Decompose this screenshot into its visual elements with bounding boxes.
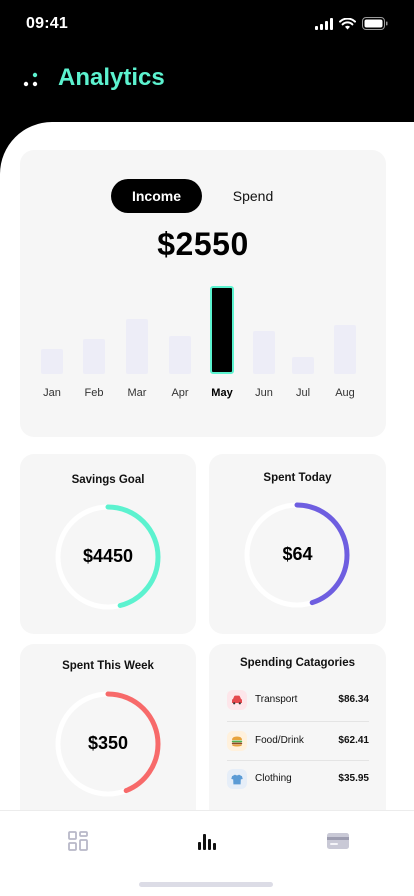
shirt-icon — [227, 769, 247, 789]
bar-jul[interactable] — [292, 357, 314, 374]
dashboard-icon[interactable] — [66, 829, 90, 853]
menu-icon[interactable] — [22, 70, 42, 90]
category-name: Transport — [255, 694, 298, 705]
page-title: Analytics — [58, 64, 165, 91]
signal-icon — [315, 17, 333, 30]
spending-categories-card: Spending Catagories Transport $86.34 Foo… — [209, 644, 386, 824]
bar-feb[interactable] — [83, 339, 105, 374]
status-icons — [315, 17, 388, 30]
category-divider — [227, 721, 369, 722]
wallet-icon[interactable] — [326, 829, 350, 853]
bottom-tab-bar — [0, 810, 414, 896]
category-amount: $35.95 — [338, 773, 369, 784]
category-row-transport[interactable]: Transport $86.34 — [227, 690, 369, 714]
month-label: Aug — [335, 387, 355, 399]
spent-this-week-title: Spent This Week — [62, 660, 154, 672]
spent-today-card[interactable]: Spent Today $64 — [209, 454, 386, 634]
month-label: Jun — [255, 387, 273, 399]
month-label: Mar — [127, 387, 147, 399]
month-label: Apr — [171, 387, 189, 399]
income-chart-card: Income Spend $2550 Jan Feb Mar Apr May Jun Jul… — [20, 150, 386, 437]
monthly-bar-chart: Jan Feb Mar Apr May Jun Jul Aug — [20, 150, 386, 437]
analytics-icon[interactable] — [195, 829, 219, 853]
month-label: Jul — [295, 387, 311, 399]
bar-jun[interactable] — [253, 331, 275, 374]
status-bar: 09:41 — [0, 0, 414, 50]
bar-aug[interactable] — [334, 325, 356, 374]
burger-icon — [227, 731, 247, 751]
bar-mar[interactable] — [126, 319, 148, 374]
category-row-food-drink[interactable]: Food/Drink $62.41 — [227, 731, 369, 755]
month-label: Jan — [43, 387, 61, 399]
header: Analytics — [0, 60, 414, 100]
spent-today-value: $64 — [282, 544, 313, 564]
category-row-clothing[interactable]: Clothing $35.95 — [227, 769, 369, 793]
spent-this-week-value: $350 — [87, 733, 129, 753]
wifi-icon — [339, 17, 356, 29]
savings-goal-card[interactable]: Savings Goal $4450 — [20, 454, 196, 634]
bar-jan[interactable] — [41, 349, 63, 374]
savings-goal-title: Savings Goal — [71, 474, 145, 486]
bar-may[interactable] — [210, 286, 234, 374]
spending-categories-title: Spending Catagories — [239, 657, 356, 669]
month-label: May — [211, 387, 233, 399]
category-name: Food/Drink — [255, 735, 304, 746]
month-label: Feb — [84, 387, 104, 399]
spent-today-title: Spent Today — [263, 472, 332, 484]
category-amount: $86.34 — [338, 694, 369, 705]
category-divider — [227, 760, 369, 761]
spent-this-week-card[interactable]: Spent This Week $350 — [20, 644, 196, 824]
status-time: 09:41 — [26, 15, 68, 32]
car-icon — [227, 690, 247, 710]
battery-icon — [362, 17, 388, 30]
bar-apr[interactable] — [169, 336, 191, 374]
category-amount: $62.41 — [338, 735, 369, 746]
home-indicator[interactable] — [139, 882, 273, 887]
category-name: Clothing — [255, 773, 292, 784]
savings-goal-value: $4450 — [82, 546, 134, 566]
